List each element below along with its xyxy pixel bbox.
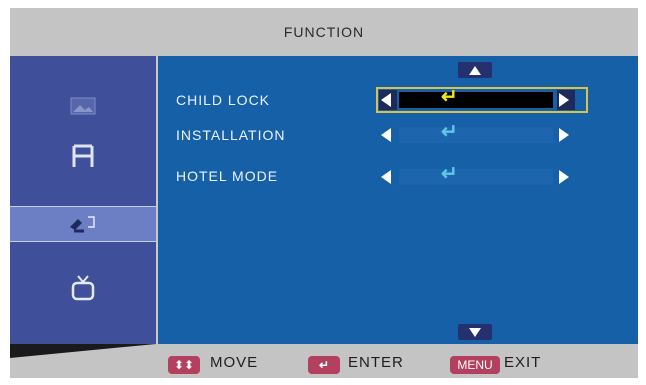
arrow-right-icon[interactable]: [559, 93, 569, 107]
function-panel: CHILD LOCK ↵ INSTALLATION ↵ HOTEL MODE ↵: [158, 56, 638, 344]
arrow-right-icon[interactable]: [559, 128, 569, 142]
installation-value[interactable]: ↵: [379, 121, 585, 145]
triangle-up-icon: [469, 65, 481, 75]
osd-header: FUNCTION: [10, 8, 638, 56]
sidebar-item-function[interactable]: [10, 206, 156, 242]
installation-label: INSTALLATION: [176, 127, 286, 143]
function-icon: [70, 216, 95, 233]
sidebar-item-picture[interactable]: [10, 82, 156, 130]
enter-key-icon: ↵: [308, 356, 340, 374]
page-title: FUNCTION: [283, 24, 365, 40]
sidebar: [10, 56, 158, 344]
scroll-up-button[interactable]: [458, 62, 492, 78]
arrow-right-icon[interactable]: [559, 170, 569, 184]
installation-icon: [72, 144, 94, 167]
move-key-icon: ⬍⬍: [168, 356, 200, 374]
move-hint: MOVE: [210, 354, 259, 371]
arrow-left-icon[interactable]: [381, 170, 391, 184]
hotel-mode-label: HOTEL MODE: [176, 168, 279, 184]
arrow-left-icon[interactable]: [381, 128, 391, 142]
hotel-mode-value[interactable]: ↵: [379, 163, 585, 187]
triangle-down-icon: [469, 327, 481, 337]
sidebar-item-installation[interactable]: [10, 132, 156, 180]
enter-icon: ↵: [441, 163, 458, 185]
osd-window: FUNCTION CHILD LOCK ↵ INSTALLATION ↵ HOT…: [10, 8, 638, 378]
tv-icon: [71, 275, 95, 301]
exit-hint: EXIT: [504, 354, 542, 371]
sidebar-item-tv[interactable]: [10, 264, 156, 312]
menu-key-icon: MENU: [450, 356, 500, 374]
enter-hint: ENTER: [348, 354, 404, 371]
enter-icon: ↵: [441, 86, 458, 108]
child-lock-label: CHILD LOCK: [176, 92, 271, 108]
child-lock-value[interactable]: ↵: [376, 86, 588, 113]
enter-icon: ↵: [441, 121, 458, 143]
picture-icon: [70, 97, 96, 115]
scroll-down-button[interactable]: [458, 324, 492, 340]
footer-accent: [10, 344, 156, 358]
arrow-left-icon[interactable]: [381, 93, 391, 107]
